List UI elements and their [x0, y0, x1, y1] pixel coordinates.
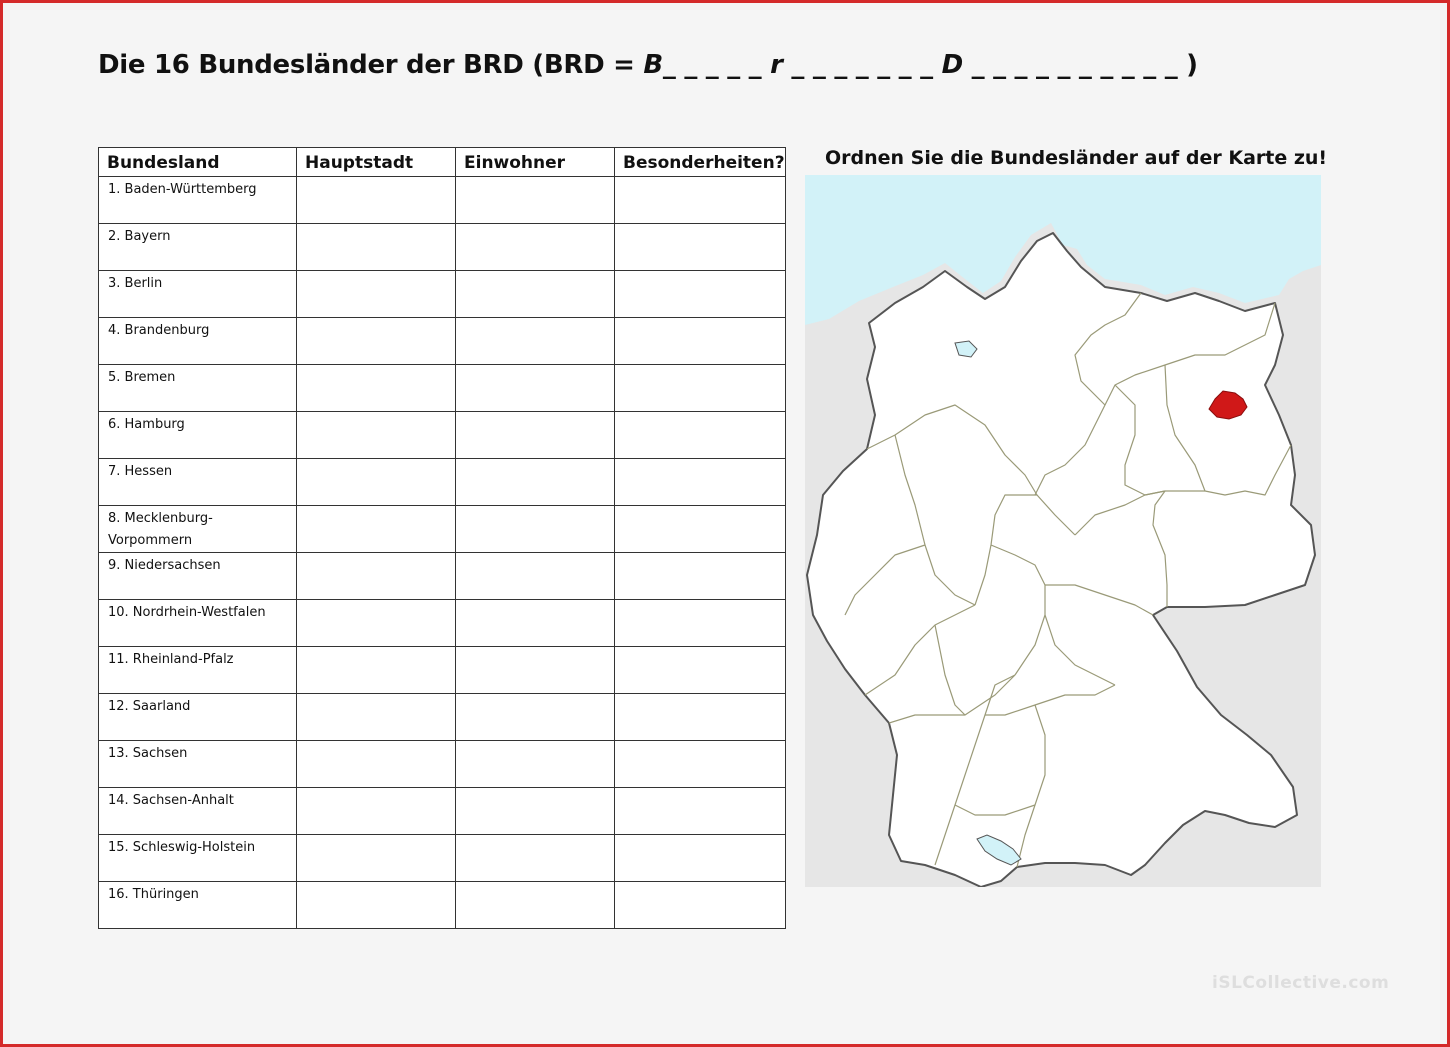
- header-hauptstadt: Hauptstadt: [296, 147, 456, 177]
- besonderheiten-cell[interactable]: [614, 458, 786, 506]
- table-row: 12. Saarland: [98, 693, 786, 741]
- hauptstadt-cell[interactable]: [296, 646, 456, 694]
- title-prefix: Die 16 Bundesländer der BRD (BRD =: [98, 50, 644, 80]
- einwohner-cell[interactable]: [455, 176, 615, 224]
- bundesland-name: 16. Thüringen: [98, 881, 297, 929]
- hauptstadt-cell[interactable]: [296, 599, 456, 647]
- table-row: 14. Sachsen-Anhalt: [98, 787, 786, 835]
- bundesland-name: 9. Niedersachsen: [98, 552, 297, 600]
- einwohner-cell[interactable]: [455, 270, 615, 318]
- bundesland-name: 5. Bremen: [98, 364, 297, 412]
- table-row: 3. Berlin: [98, 270, 786, 318]
- hauptstadt-cell[interactable]: [296, 834, 456, 882]
- besonderheiten-cell[interactable]: [614, 599, 786, 647]
- title-letter-r: r: [770, 50, 783, 80]
- table-row: 9. Niedersachsen: [98, 552, 786, 600]
- table-row: 13. Sachsen: [98, 740, 786, 788]
- header-besonderheiten: Besonderheiten?: [614, 147, 786, 177]
- title-letter-b: B: [643, 50, 663, 80]
- hauptstadt-cell[interactable]: [296, 364, 456, 412]
- title-blank-3: _ _ _ _ _ _ _ _ _ _: [962, 50, 1187, 80]
- table-row: 2. Bayern: [98, 223, 786, 271]
- table-row: 4. Brandenburg: [98, 317, 786, 365]
- bundesland-name: 1. Baden-Württemberg: [98, 176, 297, 224]
- einwohner-cell[interactable]: [455, 317, 615, 365]
- bundesland-name: 14. Sachsen-Anhalt: [98, 787, 297, 835]
- einwohner-cell[interactable]: [455, 599, 615, 647]
- table-row: 15. Schleswig-Holstein: [98, 834, 786, 882]
- hauptstadt-cell[interactable]: [296, 881, 456, 929]
- besonderheiten-cell[interactable]: [614, 270, 786, 318]
- table-row: 5. Bremen: [98, 364, 786, 412]
- einwohner-cell[interactable]: [455, 505, 615, 553]
- title-blank-1: _ _ _ _ _: [662, 50, 771, 80]
- besonderheiten-cell[interactable]: [614, 787, 786, 835]
- besonderheiten-cell[interactable]: [614, 552, 786, 600]
- besonderheiten-cell[interactable]: [614, 317, 786, 365]
- table-body: 1. Baden-Württemberg 2. Bayern 3. Berlin 4.…: [98, 176, 786, 929]
- germany-map: [805, 175, 1321, 887]
- besonderheiten-cell[interactable]: [614, 364, 786, 412]
- einwohner-cell[interactable]: [455, 693, 615, 741]
- hauptstadt-cell[interactable]: [296, 552, 456, 600]
- einwohner-cell[interactable]: [455, 223, 615, 271]
- bundesland-name: 3. Berlin: [98, 270, 297, 318]
- einwohner-cell[interactable]: [455, 834, 615, 882]
- besonderheiten-cell[interactable]: [614, 693, 786, 741]
- besonderheiten-cell[interactable]: [614, 740, 786, 788]
- besonderheiten-cell[interactable]: [614, 505, 786, 553]
- table-row: 1. Baden-Württemberg: [98, 176, 786, 224]
- einwohner-cell[interactable]: [455, 458, 615, 506]
- bundesland-name: 8. Mecklenburg-Vorpommern: [98, 505, 297, 553]
- bundeslaender-table: Bundesland Hauptstadt Einwohner Besonder…: [98, 147, 786, 929]
- einwohner-cell[interactable]: [455, 740, 615, 788]
- einwohner-cell[interactable]: [455, 787, 615, 835]
- title-blank-2: _ _ _ _ _ _ _: [782, 50, 942, 80]
- besonderheiten-cell[interactable]: [614, 176, 786, 224]
- hauptstadt-cell[interactable]: [296, 740, 456, 788]
- hauptstadt-cell[interactable]: [296, 317, 456, 365]
- table-row: 16. Thüringen: [98, 881, 786, 929]
- worksheet-title: Die 16 Bundesländer der BRD (BRD = B_ _ …: [98, 50, 1198, 80]
- einwohner-cell[interactable]: [455, 552, 615, 600]
- bundesland-name: 12. Saarland: [98, 693, 297, 741]
- hauptstadt-cell[interactable]: [296, 270, 456, 318]
- table-row: 6. Hamburg: [98, 411, 786, 459]
- table-row: 10. Nordrhein-Westfalen: [98, 599, 786, 647]
- hauptstadt-cell[interactable]: [296, 176, 456, 224]
- bundesland-name: 15. Schleswig-Holstein: [98, 834, 297, 882]
- hauptstadt-cell[interactable]: [296, 458, 456, 506]
- bundesland-name: 10. Nordrhein-Westfalen: [98, 599, 297, 647]
- table-row: 7. Hessen: [98, 458, 786, 506]
- header-einwohner: Einwohner: [455, 147, 615, 177]
- table-row: 11. Rheinland-Pfalz: [98, 646, 786, 694]
- bundesland-name: 6. Hamburg: [98, 411, 297, 459]
- bundesland-name: 13. Sachsen: [98, 740, 297, 788]
- header-bundesland: Bundesland: [98, 147, 297, 177]
- besonderheiten-cell[interactable]: [614, 411, 786, 459]
- watermark: iSLCollective.com: [1212, 973, 1390, 993]
- besonderheiten-cell[interactable]: [614, 881, 786, 929]
- besonderheiten-cell[interactable]: [614, 834, 786, 882]
- bundesland-name: 2. Bayern: [98, 223, 297, 271]
- table-row: 8. Mecklenburg-Vorpommern: [98, 505, 786, 553]
- einwohner-cell[interactable]: [455, 411, 615, 459]
- hauptstadt-cell[interactable]: [296, 505, 456, 553]
- hauptstadt-cell[interactable]: [296, 787, 456, 835]
- map-heading: Ordnen Sie die Bundesländer auf der Kart…: [825, 147, 1328, 169]
- bundesland-name: 11. Rheinland-Pfalz: [98, 646, 297, 694]
- besonderheiten-cell[interactable]: [614, 223, 786, 271]
- hauptstadt-cell[interactable]: [296, 223, 456, 271]
- hauptstadt-cell[interactable]: [296, 693, 456, 741]
- title-letter-d: D: [941, 50, 964, 80]
- title-suffix: ): [1186, 50, 1198, 80]
- einwohner-cell[interactable]: [455, 646, 615, 694]
- einwohner-cell[interactable]: [455, 881, 615, 929]
- einwohner-cell[interactable]: [455, 364, 615, 412]
- besonderheiten-cell[interactable]: [614, 646, 786, 694]
- bundesland-name: 7. Hessen: [98, 458, 297, 506]
- table-header-row: Bundesland Hauptstadt Einwohner Besonder…: [98, 147, 786, 177]
- hauptstadt-cell[interactable]: [296, 411, 456, 459]
- bundesland-name: 4. Brandenburg: [98, 317, 297, 365]
